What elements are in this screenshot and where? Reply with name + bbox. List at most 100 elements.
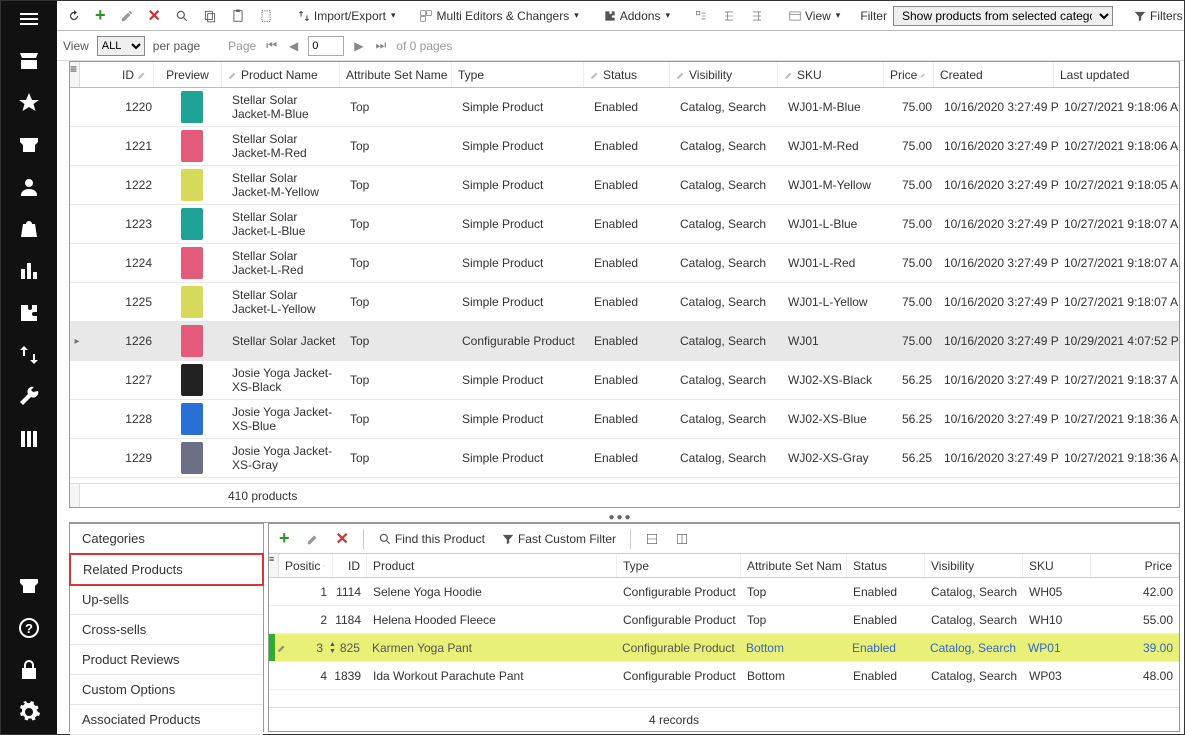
col-preview[interactable]: Preview [154,62,222,87]
table-row[interactable]: 1222Stellar Solar Jacket-M-YellowTopSimp… [70,166,1179,205]
layout-b-button[interactable] [671,530,693,548]
paste-special-button[interactable] [255,7,277,25]
page-next-button[interactable]: ▶ [352,39,365,53]
tab-custom-options[interactable]: Custom Options [70,675,263,705]
tool-c-button[interactable] [746,7,768,25]
cell-name: Stellar Solar Jacket-L-Blue [226,205,344,243]
tab-associated-products[interactable]: Associated Products [70,705,263,735]
addons-menu[interactable]: Addons▾ [599,7,674,25]
import-export-menu[interactable]: Import/Export▾ [293,7,400,25]
menu-icon[interactable] [17,7,41,31]
columns-icon[interactable] [17,427,41,451]
copy-button[interactable] [199,7,221,25]
table-row[interactable]: 1225Stellar Solar Jacket-L-YellowTopSimp… [70,283,1179,322]
star-icon[interactable] [17,91,41,115]
related-row[interactable]: 3▲▼1825Karmen Yoga PantConfigurable Prod… [269,634,1179,662]
col-updated[interactable]: Last updated [1054,62,1179,87]
bcell-product: Helena Hooded Fleece [367,613,617,627]
col-price[interactable]: Price [884,62,934,87]
table-row[interactable]: 1223Stellar Solar Jacket-L-BlueTopSimple… [70,205,1179,244]
help-icon[interactable]: ? [17,616,41,640]
related-row[interactable]: 41839Ida Workout Parachute PantConfigura… [269,662,1179,690]
bcol-product[interactable]: Product [367,554,617,577]
col-status[interactable]: Status [584,62,670,87]
table-row[interactable]: 1221Stellar Solar Jacket-M-RedTopSimple … [70,127,1179,166]
tab-product-reviews[interactable]: Product Reviews [70,645,263,675]
bcell-pos: 4 [293,669,333,683]
page-input[interactable] [308,36,344,56]
bcol-type[interactable]: Type [617,554,741,577]
wrench-icon[interactable] [17,385,41,409]
cell-type: Simple Product [456,88,588,126]
multi-editors-menu[interactable]: Multi Editors & Changers▾ [415,7,582,25]
bcell-type: Configurable Product [617,669,741,683]
cell-updated: 10/27/2021 9:18:06 AM [1058,88,1179,126]
refresh-button[interactable] [63,7,85,25]
table-row[interactable]: ▸1226Stellar Solar JacketTopConfigurable… [70,322,1179,361]
page-first-button[interactable]: ⏮ [264,38,279,53]
bcol-attr[interactable]: Attribute Set Nam [741,554,847,577]
tab-up-sells[interactable]: Up-sells [70,585,263,615]
per-page-select[interactable]: ALL [97,36,145,56]
bcol-position[interactable]: Positic [279,554,333,577]
col-created[interactable]: Created [934,62,1054,87]
paste-button[interactable] [227,7,249,25]
puzzle-icon[interactable] [17,301,41,325]
gear-icon[interactable] [17,700,41,724]
cell-name: Stellar Solar Jacket [226,322,344,360]
col-sku[interactable]: SKU [778,62,884,87]
bcol-status[interactable]: Status [847,554,925,577]
tab-cross-sells[interactable]: Cross-sells [70,615,263,645]
chart-icon[interactable] [17,259,41,283]
page-last-button[interactable]: ⏭ [373,38,388,53]
col-id[interactable]: ID [80,62,154,87]
col-type[interactable]: Type [452,62,584,87]
add-button[interactable]: + [91,3,110,28]
search-button[interactable] [171,7,193,25]
table-row[interactable]: 1227Josie Yoga Jacket-XS-BlackTopSimple … [70,361,1179,400]
cell-preview [158,127,226,165]
add-related-button[interactable]: + [275,526,294,551]
table-row[interactable]: 1229Josie Yoga Jacket-XS-GrayTopSimple P… [70,439,1179,478]
horizontal-splitter[interactable]: ●●● [57,512,1184,522]
filter-label: Filter [860,9,887,23]
table-row[interactable]: 1228Josie Yoga Jacket-XS-BlueTopSimple P… [70,400,1179,439]
delete-related-button[interactable]: ✕ [332,527,353,551]
find-product-button[interactable]: Find this Product [374,530,489,548]
table-row[interactable]: 1224Stellar Solar Jacket-L-RedTopSimple … [70,244,1179,283]
transfer-icon[interactable] [17,343,41,367]
related-row[interactable]: 11114Selene Yoga HoodieConfigurable Prod… [269,578,1179,606]
tool-b-button[interactable] [718,7,740,25]
col-visibility[interactable]: Visibility [670,62,778,87]
cell-id: 1228 [84,400,158,438]
bcol-price[interactable]: Price [1091,554,1179,577]
page-prev-button[interactable]: ◀ [287,39,300,53]
cell-created: 10/16/2020 3:27:49 PM [938,88,1058,126]
inbox-icon[interactable] [17,133,41,157]
store-icon[interactable] [17,49,41,73]
layout-a-button[interactable] [641,530,663,548]
view-menu[interactable]: View▾ [784,7,844,25]
tool-a-button[interactable] [690,7,712,25]
tab-categories[interactable]: Categories [70,524,263,554]
delete-button[interactable]: ✕ [144,4,165,28]
bcol-sku[interactable]: SKU [1023,554,1091,577]
bcol-id[interactable]: ID [333,554,367,577]
bcol-visibility[interactable]: Visibility [925,554,1023,577]
bag-icon[interactable] [17,217,41,241]
bcell-visibility: Catalog, Search [925,585,1023,599]
user-icon[interactable] [17,175,41,199]
col-name[interactable]: Product Name [222,62,340,87]
col-attrset[interactable]: Attribute Set Name [340,62,452,87]
filters-menu[interactable]: Filters▾ [1129,7,1185,25]
lock-icon[interactable] [17,658,41,682]
tray-icon[interactable] [17,574,41,598]
related-row[interactable]: 21184Helena Hooded FleeceConfigurable Pr… [269,606,1179,634]
table-row[interactable]: 1220Stellar Solar Jacket-M-BlueTopSimple… [70,88,1179,127]
edit-button[interactable] [116,7,138,25]
tab-related-products[interactable]: Related Products [69,553,264,586]
edit-related-button[interactable] [302,530,324,548]
filter-select[interactable]: Show products from selected categories [893,6,1113,26]
fast-filter-button[interactable]: Fast Custom Filter [497,530,620,548]
bcell-visibility: Catalog, Search [924,641,1022,655]
